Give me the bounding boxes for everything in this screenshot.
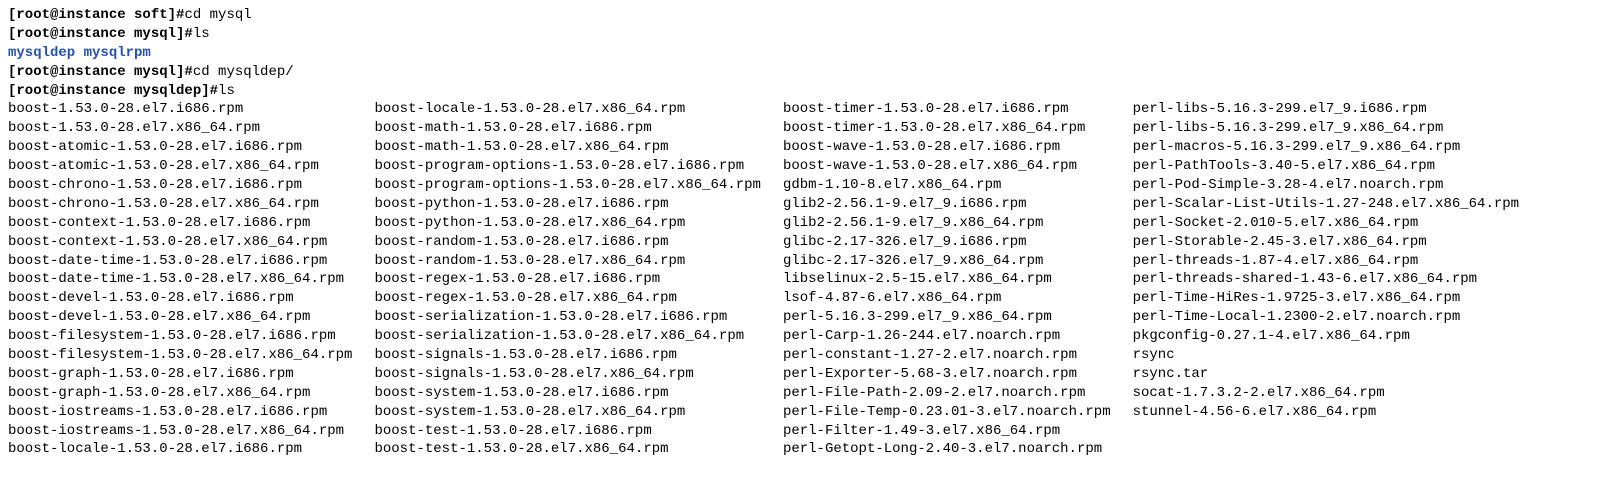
file-entry: rsync.tar	[1133, 365, 1519, 384]
file-column-1: boost-locale-1.53.0-28.el7.x86_64.rpmboo…	[374, 100, 760, 459]
ls-output-mysqldep: boost-1.53.0-28.el7.i686.rpmboost-1.53.0…	[8, 100, 1607, 459]
prompt-line-2: [root@instance mysql]# ls	[8, 25, 1607, 44]
file-entry: boost-graph-1.53.0-28.el7.x86_64.rpm	[8, 384, 352, 403]
file-entry: libselinux-2.5-15.el7.x86_64.rpm	[783, 270, 1111, 289]
file-entry: perl-libs-5.16.3-299.el7_9.x86_64.rpm	[1133, 119, 1519, 138]
file-entry: glibc-2.17-326.el7_9.i686.rpm	[783, 233, 1111, 252]
file-entry: perl-Storable-2.45-3.el7.x86_64.rpm	[1133, 233, 1519, 252]
file-entry: pkgconfig-0.27.1-4.el7.x86_64.rpm	[1133, 327, 1519, 346]
file-entry: perl-libs-5.16.3-299.el7_9.i686.rpm	[1133, 100, 1519, 119]
file-entry: boost-program-options-1.53.0-28.el7.x86_…	[374, 176, 760, 195]
shell-command: ls	[218, 82, 235, 101]
file-entry: boost-test-1.53.0-28.el7.i686.rpm	[374, 422, 760, 441]
file-entry: boost-locale-1.53.0-28.el7.x86_64.rpm	[374, 100, 760, 119]
file-entry: boost-chrono-1.53.0-28.el7.i686.rpm	[8, 176, 352, 195]
file-entry: boost-graph-1.53.0-28.el7.i686.rpm	[8, 365, 352, 384]
file-entry: perl-Getopt-Long-2.40-3.el7.noarch.rpm	[783, 440, 1111, 459]
file-entry: perl-constant-1.27-2.el7.noarch.rpm	[783, 346, 1111, 365]
file-entry: boost-python-1.53.0-28.el7.x86_64.rpm	[374, 214, 760, 233]
file-entry: boost-signals-1.53.0-28.el7.i686.rpm	[374, 346, 760, 365]
prompt-line-3: [root@instance mysql]# cd mysqldep/	[8, 63, 1607, 82]
shell-prompt: [root@instance mysqldep]#	[8, 82, 218, 101]
file-entry: boost-system-1.53.0-28.el7.x86_64.rpm	[374, 403, 760, 422]
file-entry: boost-timer-1.53.0-28.el7.x86_64.rpm	[783, 119, 1111, 138]
file-entry: boost-random-1.53.0-28.el7.x86_64.rpm	[374, 252, 760, 271]
file-entry: perl-Scalar-List-Utils-1.27-248.el7.x86_…	[1133, 195, 1519, 214]
file-entry: boost-program-options-1.53.0-28.el7.i686…	[374, 157, 760, 176]
shell-command: cd mysqldep/	[193, 63, 294, 82]
file-entry: perl-macros-5.16.3-299.el7_9.x86_64.rpm	[1133, 138, 1519, 157]
file-entry: perl-Socket-2.010-5.el7.x86_64.rpm	[1133, 214, 1519, 233]
file-entry: boost-serialization-1.53.0-28.el7.i686.r…	[374, 308, 760, 327]
file-column-3: perl-libs-5.16.3-299.el7_9.i686.rpmperl-…	[1133, 100, 1519, 459]
prompt-line-4: [root@instance mysqldep]# ls	[8, 82, 1607, 101]
file-entry: perl-File-Path-2.09-2.el7.noarch.rpm	[783, 384, 1111, 403]
shell-command: ls	[193, 25, 210, 44]
file-entry: gdbm-1.10-8.el7.x86_64.rpm	[783, 176, 1111, 195]
file-entry: boost-filesystem-1.53.0-28.el7.x86_64.rp…	[8, 346, 352, 365]
file-entry: glibc-2.17-326.el7_9.x86_64.rpm	[783, 252, 1111, 271]
shell-prompt: [root@instance mysql]#	[8, 63, 193, 82]
file-entry: perl-PathTools-3.40-5.el7.x86_64.rpm	[1133, 157, 1519, 176]
file-entry: perl-5.16.3-299.el7_9.x86_64.rpm	[783, 308, 1111, 327]
file-entry: boost-wave-1.53.0-28.el7.i686.rpm	[783, 138, 1111, 157]
ls-output-mysql: mysqldep mysqlrpm	[8, 44, 1607, 63]
file-entry: boost-devel-1.53.0-28.el7.x86_64.rpm	[8, 308, 352, 327]
file-entry: rsync	[1133, 346, 1519, 365]
file-entry: boost-regex-1.53.0-28.el7.x86_64.rpm	[374, 289, 760, 308]
file-entry: boost-system-1.53.0-28.el7.i686.rpm	[374, 384, 760, 403]
file-entry: boost-test-1.53.0-28.el7.x86_64.rpm	[374, 440, 760, 459]
file-column-2: boost-timer-1.53.0-28.el7.i686.rpmboost-…	[783, 100, 1111, 459]
file-entry: boost-timer-1.53.0-28.el7.i686.rpm	[783, 100, 1111, 119]
file-entry: boost-context-1.53.0-28.el7.x86_64.rpm	[8, 233, 352, 252]
file-entry: perl-threads-1.87-4.el7.x86_64.rpm	[1133, 252, 1519, 271]
file-entry: perl-Carp-1.26-244.el7.noarch.rpm	[783, 327, 1111, 346]
file-entry: stunnel-4.56-6.el7.x86_64.rpm	[1133, 403, 1519, 422]
file-entry: boost-math-1.53.0-28.el7.x86_64.rpm	[374, 138, 760, 157]
shell-prompt: [root@instance mysql]#	[8, 25, 193, 44]
shell-command: cd mysql	[184, 6, 251, 25]
file-entry: boost-math-1.53.0-28.el7.i686.rpm	[374, 119, 760, 138]
file-entry: boost-1.53.0-28.el7.i686.rpm	[8, 100, 352, 119]
file-entry: boost-python-1.53.0-28.el7.i686.rpm	[374, 195, 760, 214]
file-entry: boost-regex-1.53.0-28.el7.i686.rpm	[374, 270, 760, 289]
file-entry: perl-Pod-Simple-3.28-4.el7.noarch.rpm	[1133, 176, 1519, 195]
file-entry: boost-serialization-1.53.0-28.el7.x86_64…	[374, 327, 760, 346]
file-entry: perl-threads-shared-1.43-6.el7.x86_64.rp…	[1133, 270, 1519, 289]
file-entry: boost-date-time-1.53.0-28.el7.x86_64.rpm	[8, 270, 352, 289]
file-entry: boost-chrono-1.53.0-28.el7.x86_64.rpm	[8, 195, 352, 214]
file-entry: boost-date-time-1.53.0-28.el7.i686.rpm	[8, 252, 352, 271]
file-entry: glib2-2.56.1-9.el7_9.x86_64.rpm	[783, 214, 1111, 233]
file-entry: perl-Time-HiRes-1.9725-3.el7.x86_64.rpm	[1133, 289, 1519, 308]
shell-prompt: [root@instance soft]#	[8, 6, 184, 25]
file-entry: boost-devel-1.53.0-28.el7.i686.rpm	[8, 289, 352, 308]
file-entry: perl-Filter-1.49-3.el7.x86_64.rpm	[783, 422, 1111, 441]
file-column-0: boost-1.53.0-28.el7.i686.rpmboost-1.53.0…	[8, 100, 352, 459]
file-entry: perl-Exporter-5.68-3.el7.noarch.rpm	[783, 365, 1111, 384]
file-entry: boost-context-1.53.0-28.el7.i686.rpm	[8, 214, 352, 233]
file-entry: boost-random-1.53.0-28.el7.i686.rpm	[374, 233, 760, 252]
file-entry: boost-atomic-1.53.0-28.el7.x86_64.rpm	[8, 157, 352, 176]
file-entry: perl-Time-Local-1.2300-2.el7.noarch.rpm	[1133, 308, 1519, 327]
file-entry: boost-atomic-1.53.0-28.el7.i686.rpm	[8, 138, 352, 157]
file-entry: boost-1.53.0-28.el7.x86_64.rpm	[8, 119, 352, 138]
terminal-output: [root@instance soft]# cd mysql [root@ins…	[8, 6, 1607, 459]
file-entry: boost-iostreams-1.53.0-28.el7.i686.rpm	[8, 403, 352, 422]
prompt-line-1: [root@instance soft]# cd mysql	[8, 6, 1607, 25]
file-entry: glib2-2.56.1-9.el7_9.i686.rpm	[783, 195, 1111, 214]
file-entry: lsof-4.87-6.el7.x86_64.rpm	[783, 289, 1111, 308]
file-entry: boost-filesystem-1.53.0-28.el7.i686.rpm	[8, 327, 352, 346]
file-entry: boost-wave-1.53.0-28.el7.x86_64.rpm	[783, 157, 1111, 176]
file-entry: perl-File-Temp-0.23.01-3.el7.noarch.rpm	[783, 403, 1111, 422]
file-entry: boost-signals-1.53.0-28.el7.x86_64.rpm	[374, 365, 760, 384]
file-entry: boost-locale-1.53.0-28.el7.i686.rpm	[8, 440, 352, 459]
file-entry: boost-iostreams-1.53.0-28.el7.x86_64.rpm	[8, 422, 352, 441]
file-entry: socat-1.7.3.2-2.el7.x86_64.rpm	[1133, 384, 1519, 403]
